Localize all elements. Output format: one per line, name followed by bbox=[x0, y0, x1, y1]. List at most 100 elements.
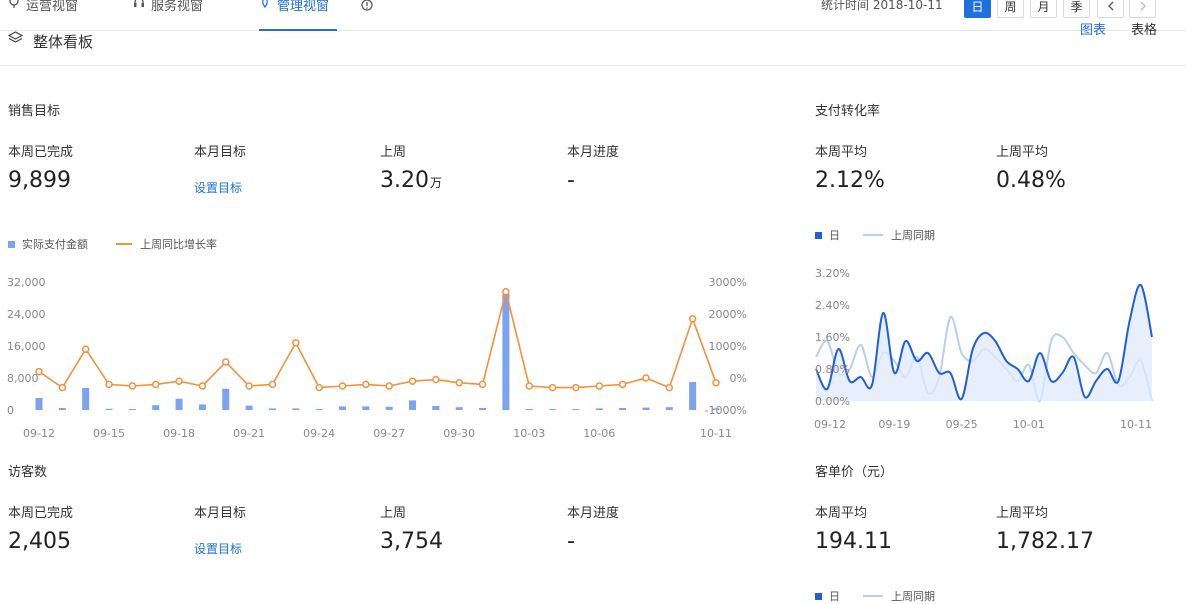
x-axis-tick: 09-25 bbox=[946, 418, 978, 431]
y-axis-tick-left: 32,000 bbox=[7, 276, 46, 289]
legend-area-swatch bbox=[815, 231, 822, 239]
prev-period-button[interactable] bbox=[1097, 0, 1124, 18]
y-axis-tick-right: 3000% bbox=[709, 276, 747, 289]
unit-price-legend-day[interactable]: 日 bbox=[815, 588, 840, 604]
x-axis-tick: 10-11 bbox=[700, 427, 732, 440]
period-month-button[interactable]: 月 bbox=[1030, 0, 1057, 18]
tab-label: 运营视窗 bbox=[26, 0, 79, 14]
bar bbox=[665, 407, 673, 410]
bar bbox=[362, 406, 370, 410]
view-chart-link[interactable]: 图表 bbox=[1080, 19, 1106, 38]
legend-line-swatch bbox=[863, 234, 883, 236]
x-axis-tick: 09-15 bbox=[93, 427, 125, 440]
stats-date: 2018-10-11 bbox=[872, 0, 943, 12]
growth-point bbox=[268, 380, 277, 389]
bar bbox=[82, 388, 90, 410]
bar bbox=[712, 408, 720, 410]
period-week-button[interactable]: 周 bbox=[997, 0, 1024, 18]
conversion-legend-lastweek[interactable]: 上周同期 bbox=[863, 227, 935, 243]
bar bbox=[152, 405, 160, 410]
visitors-month-target-label: 本月目标 bbox=[194, 506, 247, 521]
next-period-button[interactable] bbox=[1129, 0, 1156, 18]
bar bbox=[338, 406, 346, 410]
sales-chart: 32,000 24,000 16,000 8,000 0 3000% 2000% 1000% 0… bbox=[7, 276, 747, 440]
growth-point bbox=[665, 383, 674, 392]
unit-price-week-avg-value: 194.11 bbox=[815, 529, 892, 554]
tab-management[interactable]: 管理视窗 bbox=[259, 0, 337, 31]
bar bbox=[222, 388, 230, 410]
bar bbox=[409, 400, 417, 410]
growth-point bbox=[81, 345, 90, 353]
growth-point bbox=[432, 375, 440, 384]
tab-operations[interactable]: 运营视窗 bbox=[8, 0, 78, 31]
x-axis-tick: 10-11 bbox=[1120, 418, 1152, 431]
y-axis-tick: 3.20% bbox=[815, 267, 850, 280]
view-table-link[interactable]: 表格 bbox=[1131, 19, 1157, 38]
info-icon[interactable] bbox=[361, 0, 373, 11]
sales-week-done-label: 本周已完成 bbox=[8, 145, 74, 160]
bar bbox=[619, 408, 627, 410]
unit-price-week-avg-label: 本周平均 bbox=[815, 506, 868, 521]
tab-label: 管理视窗 bbox=[277, 0, 330, 14]
visitors-last-week-label: 上周 bbox=[380, 506, 407, 521]
growth-point bbox=[151, 380, 160, 389]
growth-point bbox=[58, 383, 67, 392]
y-axis-tick: 0.80% bbox=[815, 363, 850, 376]
tab-service[interactable]: 服务视窗 bbox=[133, 0, 203, 31]
panel-title: 整体看板 bbox=[33, 33, 94, 51]
unit-price-section-title: 客单价（元） bbox=[815, 465, 894, 480]
sales-set-target-link[interactable]: 设置目标 bbox=[194, 179, 242, 196]
x-axis-tick: 09-27 bbox=[373, 427, 405, 440]
growth-point bbox=[175, 377, 183, 385]
chevron-left-icon bbox=[1107, 1, 1113, 11]
legend-area-swatch bbox=[815, 592, 822, 600]
unit-price-last-week-avg-value: 1,782.17 bbox=[996, 529, 1094, 554]
x-axis-tick: 09-12 bbox=[814, 418, 846, 431]
bar bbox=[245, 405, 253, 410]
y-axis-tick: 2.40% bbox=[815, 299, 850, 312]
bar bbox=[315, 409, 323, 410]
sales-legend-amount[interactable]: 实际支付金额 bbox=[8, 236, 88, 252]
bar bbox=[58, 408, 66, 410]
growth-point bbox=[712, 379, 720, 387]
period-day-button[interactable]: 日 bbox=[964, 0, 991, 18]
bar bbox=[525, 409, 533, 410]
unit-price-legend-lastweek[interactable]: 上周同期 bbox=[863, 588, 935, 604]
growth-point bbox=[245, 382, 253, 390]
visitors-set-target-link[interactable]: 设置目标 bbox=[194, 540, 242, 557]
growth-point bbox=[618, 380, 627, 389]
conversion-week-avg-label: 本周平均 bbox=[815, 145, 868, 160]
x-axis-tick: 10-03 bbox=[513, 427, 545, 440]
conversion-last-week-avg-value: 0.48% bbox=[996, 168, 1066, 193]
visitors-week-done-value: 2,405 bbox=[8, 529, 71, 554]
growth-point bbox=[105, 380, 113, 389]
growth-point bbox=[502, 287, 510, 296]
x-axis-tick: 09-18 bbox=[163, 427, 195, 440]
x-axis-tick: 10-01 bbox=[1013, 418, 1045, 431]
growth-point bbox=[478, 380, 487, 389]
unit-price-last-week-avg-label: 上周平均 bbox=[996, 506, 1049, 521]
growth-point bbox=[455, 379, 463, 387]
growth-point bbox=[688, 315, 697, 323]
legend-label: 上周同期 bbox=[891, 590, 935, 603]
legend-label: 日 bbox=[829, 590, 840, 603]
visitors-month-progress-label: 本月进度 bbox=[567, 506, 620, 521]
conversion-legend-day[interactable]: 日 bbox=[815, 227, 840, 243]
sales-month-progress-label: 本月进度 bbox=[567, 145, 620, 160]
top-nav-bar: 运营视窗 服务视窗 管理视窗 统计时间 2018-10-11 日 周 月 季 bbox=[0, 0, 1186, 31]
x-axis-tick: 09-12 bbox=[23, 427, 55, 440]
sales-section-title: 销售目标 bbox=[8, 104, 61, 119]
period-quarter-button[interactable]: 季 bbox=[1063, 0, 1090, 18]
growth-point bbox=[525, 382, 533, 390]
tab-label: 服务视窗 bbox=[151, 0, 204, 14]
legend-label: 实际支付金额 bbox=[22, 238, 88, 251]
bar bbox=[432, 406, 440, 410]
sales-legend-growth[interactable]: 上周同比增长率 bbox=[116, 236, 217, 252]
growth-point bbox=[362, 380, 370, 389]
conversion-week-avg-value: 2.12% bbox=[815, 168, 885, 193]
growth-point bbox=[35, 367, 43, 376]
sales-last-week-value: 3.20万 bbox=[380, 168, 442, 193]
legend-label: 日 bbox=[829, 229, 840, 242]
growth-point bbox=[338, 382, 347, 390]
stats-time-label: 统计时间 bbox=[821, 0, 870, 12]
